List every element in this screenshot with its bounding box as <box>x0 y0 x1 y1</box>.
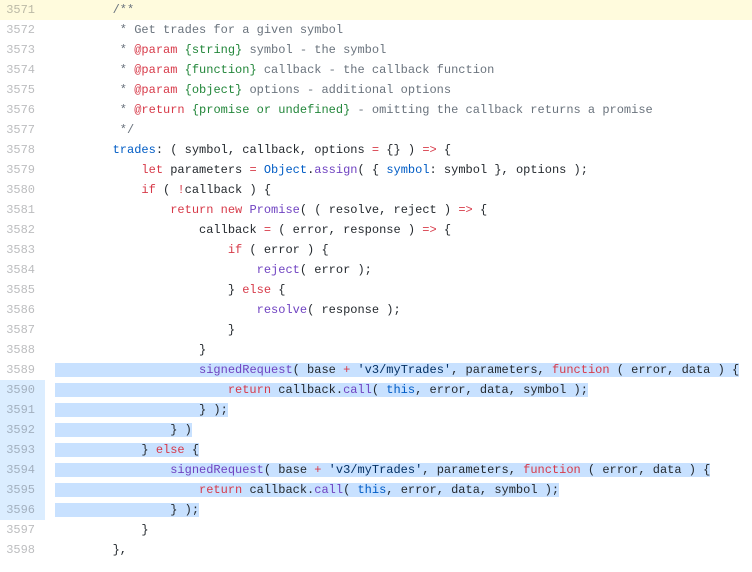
line-number: 3594 <box>0 460 45 480</box>
line-number: 3574 <box>0 60 45 80</box>
line-code[interactable]: } else { <box>45 280 752 300</box>
code-line: 3578 trades: ( symbol, callback, options… <box>0 140 752 160</box>
code-line: 3574 * @param {function} callback - the … <box>0 60 752 80</box>
line-code[interactable]: } ) <box>45 420 752 440</box>
line-number: 3575 <box>0 80 45 100</box>
line-code[interactable]: trades: ( symbol, callback, options = {}… <box>45 140 752 160</box>
line-number: 3579 <box>0 160 45 180</box>
line-code[interactable]: * @param {string} symbol - the symbol <box>45 40 752 60</box>
line-number: 3596 <box>0 500 45 520</box>
line-number: 3597 <box>0 520 45 540</box>
line-number: 3593 <box>0 440 45 460</box>
line-code[interactable]: return callback.call( this, error, data,… <box>45 480 752 500</box>
code-line: 3577 */ <box>0 120 752 140</box>
line-code[interactable]: } else { <box>45 440 752 460</box>
line-code[interactable]: * @param {function} callback - the callb… <box>45 60 752 80</box>
code-line: 3590 return callback.call( this, error, … <box>0 380 752 400</box>
line-code[interactable]: }, <box>45 540 752 560</box>
line-code[interactable]: } <box>45 520 752 540</box>
code-line: 3581 return new Promise( ( resolve, reje… <box>0 200 752 220</box>
code-line: 3594 signedRequest( base + 'v3/myTrades'… <box>0 460 752 480</box>
line-number: 3583 <box>0 240 45 260</box>
line-code[interactable]: signedRequest( base + 'v3/myTrades', par… <box>45 360 752 380</box>
line-number: 3584 <box>0 260 45 280</box>
code-line: 3593 } else { <box>0 440 752 460</box>
line-number: 3590 <box>0 380 45 400</box>
code-line: 3573 * @param {string} symbol - the symb… <box>0 40 752 60</box>
line-code[interactable]: return new Promise( ( resolve, reject ) … <box>45 200 752 220</box>
line-number: 3577 <box>0 120 45 140</box>
line-code[interactable]: } <box>45 320 752 340</box>
line-number: 3582 <box>0 220 45 240</box>
line-code[interactable]: reject( error ); <box>45 260 752 280</box>
code-line: 3588 } <box>0 340 752 360</box>
line-code[interactable]: } ); <box>45 400 752 420</box>
code-line: 3597 } <box>0 520 752 540</box>
code-line: 3575 * @param {object} options - additio… <box>0 80 752 100</box>
code-line: 3586 resolve( response ); <box>0 300 752 320</box>
line-code[interactable]: if ( error ) { <box>45 240 752 260</box>
code-line: 3591 } ); <box>0 400 752 420</box>
line-code[interactable]: * @param {object} options - additional o… <box>45 80 752 100</box>
code-line: 3579 let parameters = Object.assign( { s… <box>0 160 752 180</box>
line-code[interactable]: } <box>45 340 752 360</box>
line-code[interactable]: * Get trades for a given symbol <box>45 20 752 40</box>
line-code[interactable]: callback = ( error, response ) => { <box>45 220 752 240</box>
line-number: 3571 <box>0 0 45 20</box>
code-line: 3580 if ( !callback ) { <box>0 180 752 200</box>
line-number: 3586 <box>0 300 45 320</box>
line-number: 3580 <box>0 180 45 200</box>
code-line: 3585 } else { <box>0 280 752 300</box>
code-line: 3572 * Get trades for a given symbol <box>0 20 752 40</box>
line-code[interactable]: } ); <box>45 500 752 520</box>
code-line: 3584 reject( error ); <box>0 260 752 280</box>
line-number: 3573 <box>0 40 45 60</box>
code-line: 3598 }, <box>0 540 752 560</box>
line-code[interactable]: if ( !callback ) { <box>45 180 752 200</box>
line-number: 3578 <box>0 140 45 160</box>
line-code[interactable]: resolve( response ); <box>45 300 752 320</box>
line-number: 3581 <box>0 200 45 220</box>
line-number: 3589 <box>0 360 45 380</box>
code-line: 3583 if ( error ) { <box>0 240 752 260</box>
line-code[interactable]: * @return {promise or undefined} - omitt… <box>45 100 752 120</box>
line-code[interactable]: */ <box>45 120 752 140</box>
line-code[interactable]: signedRequest( base + 'v3/myTrades', par… <box>45 460 752 480</box>
line-number: 3587 <box>0 320 45 340</box>
line-number: 3588 <box>0 340 45 360</box>
code-line: 3587 } <box>0 320 752 340</box>
line-number: 3576 <box>0 100 45 120</box>
line-number: 3595 <box>0 480 45 500</box>
code-line: 3582 callback = ( error, response ) => { <box>0 220 752 240</box>
code-line: 3595 return callback.call( this, error, … <box>0 480 752 500</box>
line-number: 3591 <box>0 400 45 420</box>
code-line: 3576 * @return {promise or undefined} - … <box>0 100 752 120</box>
line-number: 3585 <box>0 280 45 300</box>
code-line: 3592 } ) <box>0 420 752 440</box>
code-line: 3571 /** <box>0 0 752 20</box>
line-number: 3572 <box>0 20 45 40</box>
line-code[interactable]: return callback.call( this, error, data,… <box>45 380 752 400</box>
line-code[interactable]: /** <box>45 0 752 20</box>
code-line: 3589 signedRequest( base + 'v3/myTrades'… <box>0 360 752 380</box>
line-code[interactable]: let parameters = Object.assign( { symbol… <box>45 160 752 180</box>
code-line: 3596 } ); <box>0 500 752 520</box>
code-block: 3571 /**3572 * Get trades for a given sy… <box>0 0 752 560</box>
line-number: 3598 <box>0 540 45 560</box>
line-number: 3592 <box>0 420 45 440</box>
